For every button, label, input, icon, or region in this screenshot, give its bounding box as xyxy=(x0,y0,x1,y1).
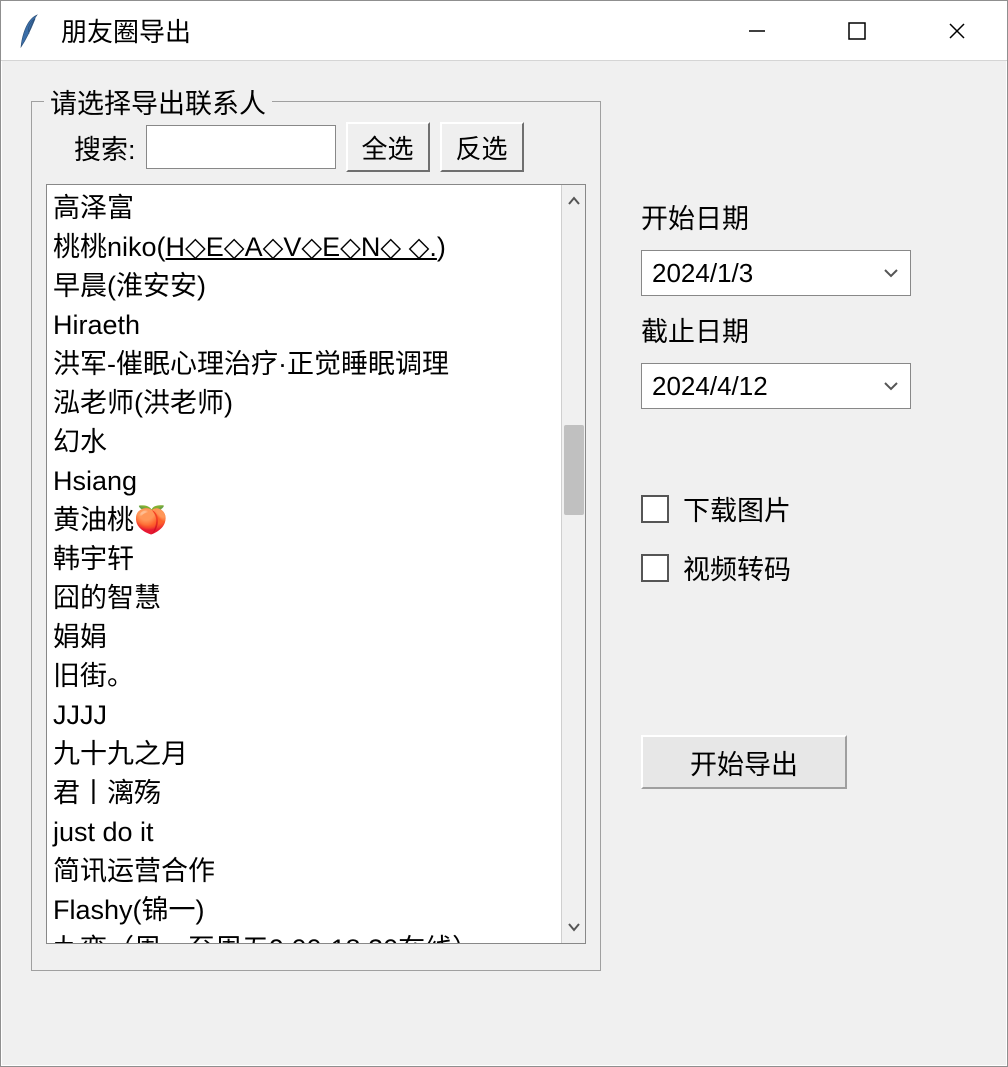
list-item[interactable]: Flashy(锦一) xyxy=(53,891,555,930)
app-window: 朋友圈导出 请选择导出联系人 搜索: 全选 反选 高泽富桃桃niko(H◇E xyxy=(0,0,1008,1067)
scroll-up-icon[interactable] xyxy=(562,189,586,213)
invert-selection-button[interactable]: 反选 xyxy=(440,122,524,172)
list-item[interactable]: JJJJ xyxy=(53,696,555,735)
list-item[interactable]: 九十九之月 xyxy=(53,735,555,774)
list-item[interactable]: Hsiang xyxy=(53,462,555,501)
list-item[interactable]: 幻水 xyxy=(53,423,555,462)
list-item[interactable]: 韩宇轩 xyxy=(53,540,555,579)
scroll-down-icon[interactable] xyxy=(562,915,586,939)
maximize-button[interactable] xyxy=(807,1,907,60)
list-item[interactable]: 简讯运营合作 xyxy=(53,852,555,891)
transcode-video-checkbox[interactable] xyxy=(641,554,669,582)
transcode-video-label: 视频转码 xyxy=(683,548,791,587)
group-legend: 请选择导出联系人 xyxy=(44,82,272,121)
download-images-checkbox[interactable] xyxy=(641,495,669,523)
end-date-value: 2024/4/12 xyxy=(652,371,768,402)
list-item[interactable]: 黄油桃🍑 xyxy=(53,501,555,540)
scroll-thumb[interactable] xyxy=(564,425,584,515)
contacts-groupbox: 请选择导出联系人 搜索: 全选 反选 高泽富桃桃niko(H◇E◇A◇V◇E◇N… xyxy=(31,101,601,971)
chevron-down-icon xyxy=(882,264,900,282)
start-date-label: 开始日期 xyxy=(641,197,977,236)
list-item[interactable]: 九奕（周一至周五9:00-18:30在线） xyxy=(53,930,555,943)
list-item[interactable]: just do it xyxy=(53,813,555,852)
list-item[interactable]: 囧的智慧 xyxy=(53,579,555,618)
chevron-down-icon xyxy=(882,377,900,395)
window-title: 朋友圈导出 xyxy=(61,12,191,49)
list-item[interactable]: 旧街。 xyxy=(53,657,555,696)
start-date-combo[interactable]: 2024/1/3 xyxy=(641,250,911,296)
start-export-button[interactable]: 开始导出 xyxy=(641,735,847,789)
search-input[interactable] xyxy=(146,125,336,169)
window-controls xyxy=(707,1,1007,60)
list-item[interactable]: 桃桃niko(H◇E◇A◇V◇E◇N◇ ◇.) xyxy=(53,228,555,267)
list-item[interactable]: Hiraeth xyxy=(53,306,555,345)
minimize-button[interactable] xyxy=(707,1,807,60)
end-date-label: 截止日期 xyxy=(641,310,977,349)
list-item[interactable]: 早晨(淮安安) xyxy=(53,267,555,306)
content-area: 请选择导出联系人 搜索: 全选 反选 高泽富桃桃niko(H◇E◇A◇V◇E◇N… xyxy=(1,61,1007,1066)
list-item[interactable]: 娟娟 xyxy=(53,618,555,657)
search-label: 搜索: xyxy=(74,128,136,167)
feather-icon xyxy=(15,11,43,51)
download-images-row[interactable]: 下载图片 xyxy=(641,489,977,528)
start-date-value: 2024/1/3 xyxy=(652,258,753,289)
transcode-video-row[interactable]: 视频转码 xyxy=(641,548,977,587)
search-row: 搜索: 全选 反选 xyxy=(46,122,586,172)
list-item[interactable]: 高泽富 xyxy=(53,189,555,228)
end-date-combo[interactable]: 2024/4/12 xyxy=(641,363,911,409)
scrollbar[interactable] xyxy=(561,185,585,943)
download-images-label: 下载图片 xyxy=(683,489,791,528)
select-all-button[interactable]: 全选 xyxy=(346,122,430,172)
list-item[interactable]: 泓老师(洪老师) xyxy=(53,384,555,423)
list-item[interactable]: 君丨漓殇 xyxy=(53,774,555,813)
right-panel: 开始日期 2024/1/3 截止日期 2024/4/12 下载图片 xyxy=(641,101,977,1036)
contacts-listbox[interactable]: 高泽富桃桃niko(H◇E◇A◇V◇E◇N◇ ◇.)早晨(淮安安)Hiraeth… xyxy=(46,184,586,944)
titlebar: 朋友圈导出 xyxy=(1,1,1007,61)
list-item[interactable]: 洪军-催眠心理治疗·正觉睡眠调理 xyxy=(53,345,555,384)
close-button[interactable] xyxy=(907,1,1007,60)
